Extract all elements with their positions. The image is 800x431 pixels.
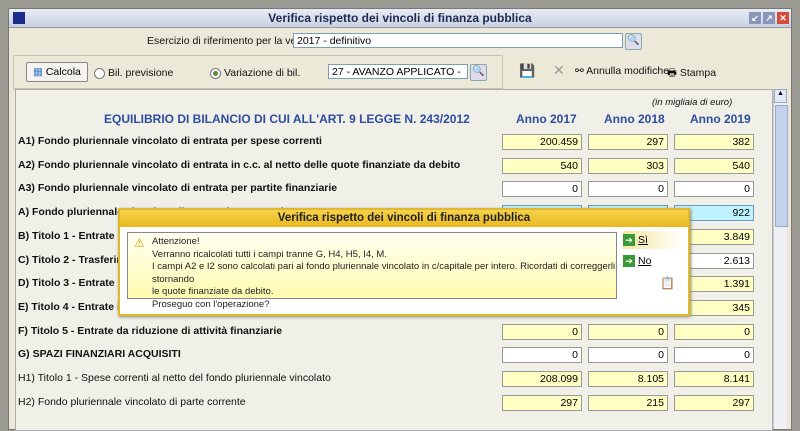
value-cell[interactable]: 0 (674, 347, 754, 364)
printer-icon: 🖶 (667, 67, 677, 79)
delete-icon[interactable]: ✕ (553, 62, 565, 79)
radio-variazione[interactable]: Variazione di bil. (210, 67, 300, 79)
message-line: le quote finanziate da debito. (152, 286, 274, 297)
value-cell[interactable]: 0 (502, 347, 582, 364)
row-label: C) Titolo 2 - Trasferime (18, 253, 132, 266)
maximize-button[interactable]: ↗ (763, 12, 775, 24)
value-cell[interactable]: 0 (674, 323, 754, 340)
save-icon[interactable]: 💾 (519, 63, 535, 79)
minimize-button[interactable]: ↙ (749, 12, 761, 24)
row-label: A1) Fondo pluriennale vincolato di entra… (18, 135, 322, 147)
value-cell[interactable]: 8.141 (674, 371, 754, 387)
scroll-up-button[interactable]: ▲ (774, 89, 787, 103)
calcola-button[interactable]: ▦ Calcola (26, 62, 88, 82)
title-bar: Verifica rispetto dei vincoli di finanza… (9, 9, 791, 28)
message-line: Proseguo con l'operazione? (152, 298, 270, 310)
toolbar: ▦ Calcola Bil. previsione Variazione di … (13, 55, 503, 89)
value-cell[interactable]: 0 (502, 181, 582, 198)
value-cell[interactable]: 0 (588, 323, 668, 340)
binoculars-icon: ⚯ (575, 65, 584, 77)
radio-bil-previsione[interactable]: Bil. previsione (94, 67, 173, 79)
search-icon[interactable]: 🔍 (625, 33, 642, 50)
annulla-modifiche-button[interactable]: ⚯ Annulla modifiche (575, 65, 669, 77)
value-cell[interactable]: 200.459 (502, 134, 582, 150)
value-cell[interactable]: 215 (588, 394, 668, 411)
value-cell[interactable]: 0 (588, 347, 668, 364)
value-cell[interactable]: 8.105 (588, 371, 668, 387)
scroll-thumb[interactable] (775, 105, 788, 227)
message-line: Attenzione! (152, 236, 200, 247)
yes-label: Sì (638, 234, 648, 246)
value-cell[interactable]: 540 (502, 157, 582, 174)
calcola-label: Calcola (45, 66, 81, 78)
vertical-scrollbar[interactable]: ▲ (773, 89, 788, 429)
warning-icon: ⚠ (134, 236, 145, 250)
arrow-right-icon: ➔ (623, 234, 635, 247)
table-title: EQUILIBRIO DI BILANCIO DI CUI ALL'ART. 9… (104, 112, 470, 126)
variazione-label: Variazione di bil. (224, 67, 301, 79)
row-label: H2) Fondo pluriennale vincolato di parte… (18, 395, 246, 408)
variazione-input[interactable]: 27 - AVANZO APPLICATO - (328, 64, 468, 79)
year-header: Anno 2017 (516, 112, 577, 126)
annulla-label: Annulla modifiche (586, 65, 670, 77)
app-logo-icon (13, 12, 25, 24)
clipboard-icon[interactable]: 📋 (660, 276, 675, 290)
value-cell[interactable]: 0 (674, 181, 754, 198)
row-label: H1) Titolo 1 - Spese correnti al netto d… (18, 372, 331, 384)
value-cell[interactable]: 297 (674, 394, 754, 411)
row-label: D) Titolo 3 - Entrate ex (18, 277, 130, 290)
row-label: G) SPAZI FINANZIARI ACQUISITI (18, 348, 181, 361)
row-label: A3) Fondo pluriennale vincolato di entra… (18, 182, 338, 195)
value-cell[interactable]: 0 (588, 181, 668, 198)
esercizio-input[interactable]: 2017 - definitivo (293, 33, 623, 48)
value-cell[interactable]: 303 (588, 157, 668, 174)
calculator-icon: ▦ (33, 66, 43, 78)
value-cell[interactable]: 297 (588, 134, 668, 150)
search-icon[interactable]: 🔍 (470, 64, 487, 81)
row-label: A2) Fondo pluriennale vincolato di entra… (18, 158, 461, 171)
dialog-message: ⚠ Attenzione! Verranno ricalcolati tutti… (127, 232, 617, 310)
dialog-title: Verifica rispetto dei vincoli di finanza… (120, 210, 688, 227)
year-header: Anno 2018 (604, 112, 665, 126)
row-label: F) Titolo 5 - Entrate da riduzione di at… (18, 324, 283, 337)
bil-previsione-label: Bil. previsione (108, 67, 174, 79)
window-title: Verifica rispetto dei vincoli di finanza… (268, 11, 532, 25)
message-line: I campi A2 e I2 sono calcolati pari al f… (152, 261, 616, 285)
value-cell[interactable]: 0 (502, 323, 582, 340)
value-cell[interactable]: 208.099 (502, 371, 582, 387)
year-header: Anno 2019 (690, 112, 751, 126)
row-label: B) Titolo 1 - Entrate cor (18, 229, 134, 242)
stampa-button[interactable]: 🖶 Stampa (667, 65, 716, 83)
unit-note: (in migliaia di euro) (652, 97, 733, 108)
value-cell[interactable]: 382 (674, 134, 754, 150)
value-cell[interactable]: 540 (674, 157, 754, 174)
no-label: No (638, 255, 652, 267)
arrow-right-icon: ➔ (623, 255, 635, 268)
value-cell[interactable]: 297 (502, 394, 582, 411)
close-button[interactable]: ✕ (777, 12, 789, 24)
no-button[interactable]: ➔ No (623, 252, 683, 270)
confirm-dialog: Verifica rispetto dei vincoli di finanza… (118, 208, 690, 316)
yes-button[interactable]: ➔ Sì (623, 231, 683, 249)
message-line: Verranno ricalcolati tutti i campi trann… (152, 248, 387, 260)
stampa-label: Stampa (679, 67, 717, 79)
